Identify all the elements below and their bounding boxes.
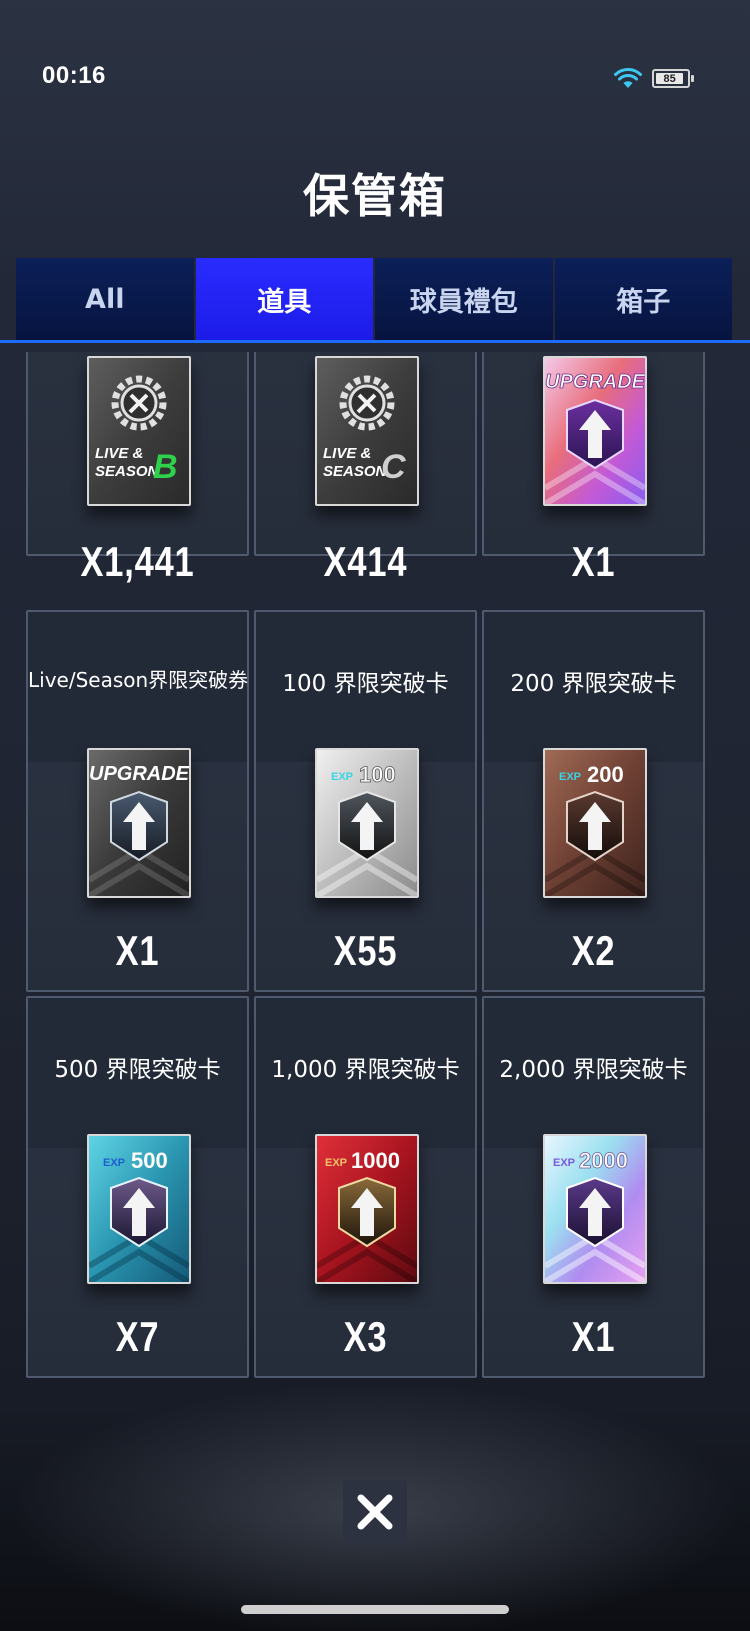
tab-player-packs[interactable]: 球員禮包 xyxy=(375,258,553,340)
item-card[interactable]: LIVE & SEASON C X414 xyxy=(254,352,477,585)
item-card[interactable]: 1,000 界限突破卡 EXP 1000 X3 xyxy=(254,996,477,1378)
live-season-c-card-icon: LIVE & SEASON C xyxy=(315,356,419,506)
item-card[interactable]: 2,000 界限突破卡 EXP 2000 X1 xyxy=(482,996,705,1378)
item-card[interactable]: 100 界限突破卡 EXP 100 X55 xyxy=(254,610,477,992)
svg-text:LIVE &: LIVE & xyxy=(323,445,371,462)
exp-1000-card-icon: EXP 1000 xyxy=(315,1134,419,1284)
item-label: 500 界限突破卡 xyxy=(54,1057,221,1083)
item-quantity: X1 xyxy=(571,1313,616,1360)
item-quantity: X1 xyxy=(571,538,616,585)
item-label: 100 界限突破卡 xyxy=(282,671,449,697)
item-quantity: X2 xyxy=(571,927,616,974)
battery-icon: 85 xyxy=(652,69,694,88)
svg-text:1000: 1000 xyxy=(351,1148,400,1173)
item-label: 200 界限突破卡 xyxy=(510,671,677,697)
tab-items[interactable]: 道具 xyxy=(195,258,373,340)
item-quantity: X1,441 xyxy=(80,538,195,585)
status-time: 00:16 xyxy=(42,62,106,89)
item-quantity: X7 xyxy=(115,1313,160,1360)
wifi-icon xyxy=(614,67,642,88)
svg-text:SEASON: SEASON xyxy=(95,463,160,480)
item-quantity: X3 xyxy=(343,1313,388,1360)
exp-500-card-icon: EXP 500 xyxy=(87,1134,191,1284)
home-indicator[interactable] xyxy=(241,1605,509,1614)
tab-all[interactable]: All xyxy=(16,258,194,340)
tab-underline xyxy=(0,340,750,343)
svg-text:LIVE &: LIVE & xyxy=(95,445,143,462)
svg-text:EXP: EXP xyxy=(553,1157,575,1169)
item-quantity: X55 xyxy=(333,927,398,974)
close-icon xyxy=(357,1494,393,1530)
svg-text:2000: 2000 xyxy=(579,1148,628,1173)
svg-text:UPGRADE: UPGRADE xyxy=(89,763,189,785)
svg-text:B: B xyxy=(153,448,178,486)
item-label: Live/Season界限突破券 xyxy=(28,668,249,692)
storage-screen: 00:16 85 保管箱 All 道具 球員禮包 箱子 LIVE & SEASO… xyxy=(0,0,750,1631)
exp-200-card-icon: EXP 200 xyxy=(543,748,647,898)
item-card[interactable]: UPGRADE X1 xyxy=(482,352,705,585)
item-quantity: X1 xyxy=(115,927,160,974)
exp-100-card-icon: EXP 100 xyxy=(315,748,419,898)
svg-text:EXP: EXP xyxy=(103,1157,125,1169)
svg-text:UPGRADE: UPGRADE xyxy=(545,371,645,393)
svg-text:SEASON: SEASON xyxy=(323,463,388,480)
item-grid: LIVE & SEASON B X1,441 LIVE & SEASON C X… xyxy=(26,352,725,1418)
item-label: 2,000 界限突破卡 xyxy=(499,1057,688,1083)
svg-text:EXP: EXP xyxy=(325,1157,347,1169)
svg-text:500: 500 xyxy=(131,1148,168,1173)
item-card[interactable]: Live/Season界限突破券 UPGRADE X1 xyxy=(26,610,249,992)
svg-text:EXP: EXP xyxy=(331,771,353,783)
upgrade-ticket-icon: UPGRADE xyxy=(87,748,191,898)
live-season-b-card-icon: LIVE & SEASON B xyxy=(87,356,191,506)
tab-bar: All 道具 球員禮包 箱子 xyxy=(16,258,732,340)
svg-text:C: C xyxy=(381,448,406,486)
page-title: 保管箱 xyxy=(303,169,447,223)
item-label: 1,000 界限突破卡 xyxy=(271,1057,460,1083)
status-bar: 00:16 85 xyxy=(0,0,750,110)
item-quantity: X414 xyxy=(323,538,408,585)
svg-text:EXP: EXP xyxy=(559,771,581,783)
tab-boxes[interactable]: 箱子 xyxy=(554,258,732,340)
upgrade-card-icon: UPGRADE xyxy=(543,356,647,506)
close-button[interactable] xyxy=(343,1480,407,1544)
item-card[interactable]: 500 界限突破卡 EXP 500 X7 xyxy=(26,996,249,1378)
item-card[interactable]: 200 界限突破卡 EXP 200 X2 xyxy=(482,610,705,992)
svg-text:200: 200 xyxy=(587,762,624,787)
battery-level: 85 xyxy=(656,73,684,85)
item-card[interactable]: LIVE & SEASON B X1,441 xyxy=(26,352,249,585)
svg-text:100: 100 xyxy=(359,762,396,787)
exp-2000-card-icon: EXP 2000 xyxy=(543,1134,647,1284)
